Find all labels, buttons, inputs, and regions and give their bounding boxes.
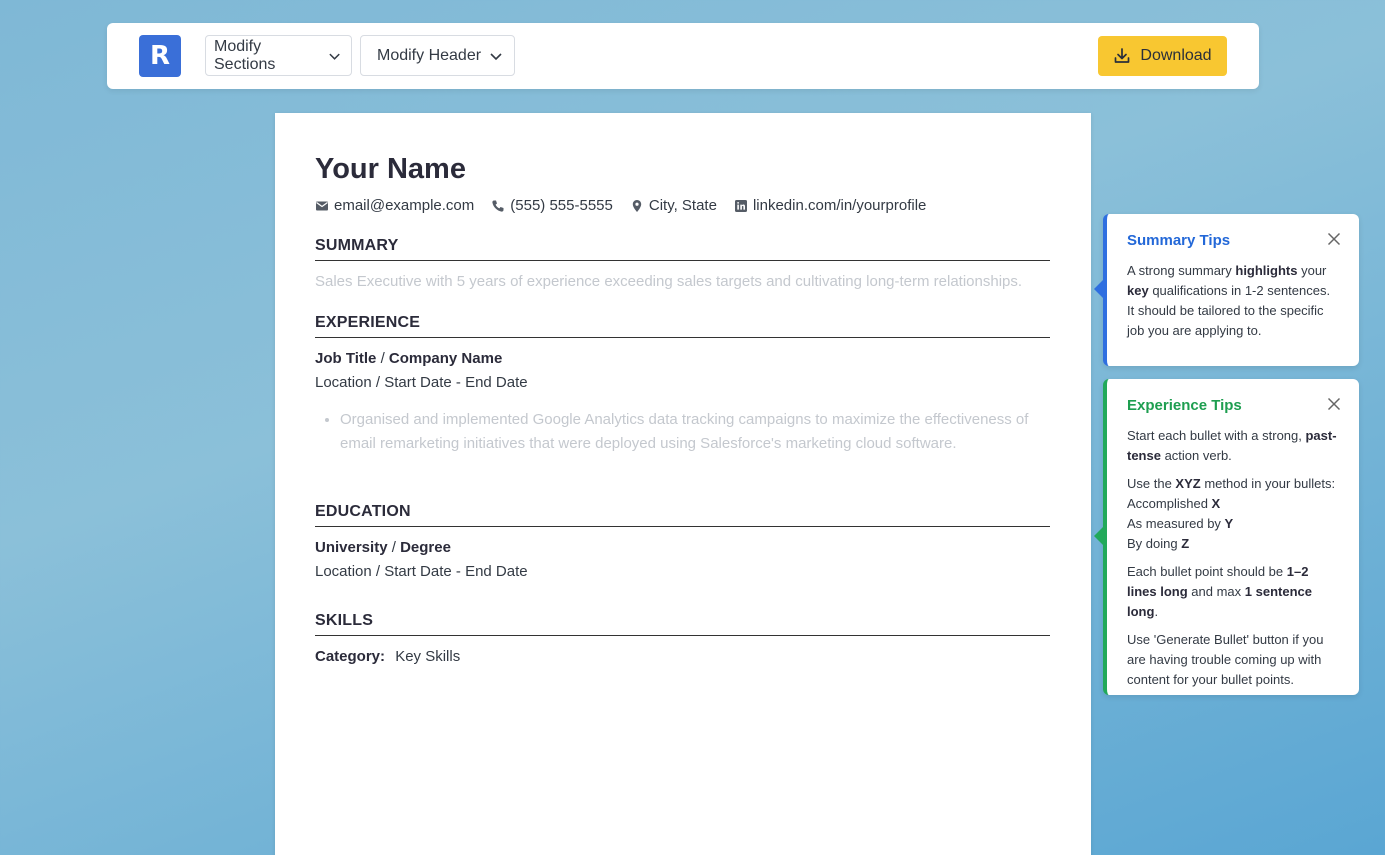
job-bullet[interactable]: Organised and implemented Google Analyti… [340, 408, 1050, 456]
job-separator: / [380, 350, 385, 367]
email-text: email@example.com [334, 197, 475, 214]
app-logo[interactable]: R [139, 35, 181, 77]
education-separator: / [391, 539, 396, 556]
chevron-down-icon [329, 53, 340, 60]
job-meta[interactable]: Location / Start Date - End Date [315, 371, 1050, 395]
contact-linkedin[interactable]: linkedin.com/in/yourprofile [734, 197, 926, 214]
summary-tips-title: Summary Tips [1127, 232, 1231, 249]
modify-header-label: Modify Header [377, 46, 482, 64]
experience-tip-verb: Start each bullet with a strong, past-te… [1127, 428, 1337, 463]
skills-row: Category: Key Skills [315, 645, 1050, 669]
contact-email[interactable]: email@example.com [315, 197, 474, 214]
contact-location[interactable]: City, State [630, 197, 717, 214]
resume-name[interactable]: Your Name [315, 153, 466, 186]
skills-heading[interactable]: SKILLS [315, 612, 1050, 636]
summary-text[interactable]: Sales Executive with 5 years of experien… [315, 270, 1050, 294]
modify-sections-dropdown[interactable]: Modify Sections [205, 35, 352, 76]
job-bullets: Organised and implemented Google Analyti… [340, 408, 1050, 456]
summary-section: SUMMARY Sales Executive with 5 years of … [315, 237, 1050, 294]
resume-page: Your Name email@example.com (555) 555-55… [275, 113, 1091, 855]
location-pin-icon [632, 199, 642, 212]
experience-section: EXPERIENCE Job Title / Company Name Loca… [315, 314, 1050, 456]
location-text: City, State [648, 197, 717, 214]
education-meta[interactable]: Location / Start Date - End Date [315, 560, 1050, 584]
download-label: Download [1140, 47, 1212, 64]
experience-tip-length: Each bullet point should be 1–2 lines lo… [1127, 564, 1312, 619]
university-name[interactable]: University [315, 539, 388, 556]
download-icon [1115, 48, 1130, 63]
education-header: University / Degree [315, 536, 1050, 560]
phone-icon [492, 200, 504, 212]
modify-header-dropdown[interactable]: Modify Header [360, 35, 515, 76]
top-toolbar: R Modify Sections Modify Header Download [107, 23, 1259, 89]
skills-category-value[interactable]: Key Skills [395, 648, 460, 665]
summary-heading[interactable]: SUMMARY [315, 237, 1050, 261]
degree-name[interactable]: Degree [400, 539, 451, 556]
modify-sections-label: Modify Sections [214, 37, 276, 73]
summary-tips-panel: Summary Tips A strong summary highlights… [1094, 214, 1359, 366]
contact-row: email@example.com (555) 555-5555 City, S… [315, 197, 943, 214]
education-section: EDUCATION University / Degree Location /… [315, 503, 1050, 584]
close-icon[interactable] [1327, 232, 1341, 246]
job-title[interactable]: Job Title [315, 350, 376, 367]
summary-tip-text: A strong summary highlights your key qua… [1127, 263, 1331, 338]
job-header: Job Title / Company Name [315, 347, 1050, 371]
experience-tip-generate: Use 'Generate Bullet' button if you are … [1127, 632, 1324, 687]
experience-heading[interactable]: EXPERIENCE [315, 314, 1050, 338]
skills-section: SKILLS Category: Key Skills [315, 612, 1050, 669]
experience-tips-title: Experience Tips [1127, 397, 1242, 414]
linkedin-text: linkedin.com/in/yourprofile [752, 197, 927, 214]
linkedin-icon [734, 199, 747, 212]
experience-tips-panel: Experience Tips Start each bullet with a… [1094, 379, 1359, 695]
chevron-down-icon [490, 52, 502, 60]
close-icon[interactable] [1327, 397, 1341, 411]
company-name[interactable]: Company Name [389, 350, 502, 367]
contact-phone[interactable]: (555) 555-5555 [491, 197, 613, 214]
phone-text: (555) 555-5555 [510, 197, 613, 214]
skills-category-label[interactable]: Category: [315, 648, 385, 665]
download-button[interactable]: Download [1098, 36, 1227, 76]
email-icon [316, 201, 328, 210]
education-heading[interactable]: EDUCATION [315, 503, 1050, 527]
experience-tip-xyz: Use the XYZ method in your bullets: Accom… [1127, 476, 1336, 551]
